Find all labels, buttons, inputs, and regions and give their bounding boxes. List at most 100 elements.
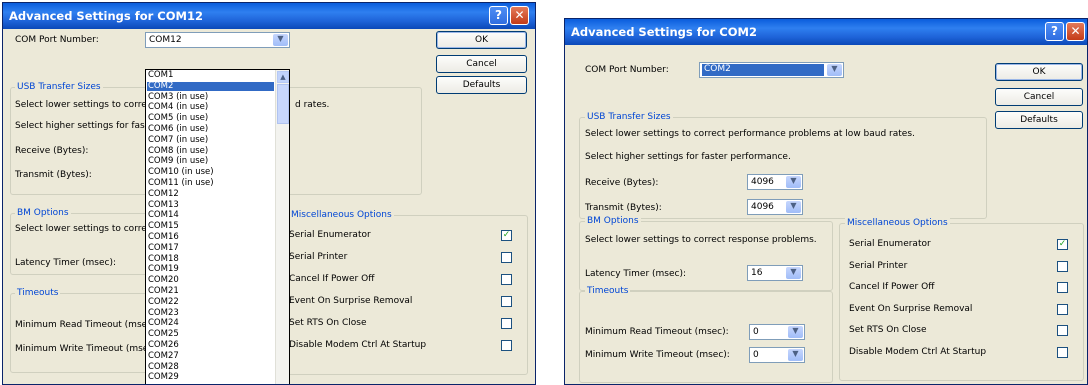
- misc-option-checkbox[interactable]: [1057, 303, 1068, 315]
- com-port-label: COM Port Number:: [15, 35, 99, 45]
- misc-option-checkbox[interactable]: [1057, 346, 1068, 358]
- dropdown-option[interactable]: COM18: [148, 254, 179, 264]
- com-port-dropdown-list[interactable]: COM1 COM2 COM3 (in use) COM4 (in use) COM5 (…: [145, 69, 290, 384]
- dropdown-option[interactable]: COM28: [148, 362, 179, 372]
- dropdown-option[interactable]: COM3 (in use): [148, 92, 208, 102]
- dropdown-option[interactable]: COM20: [148, 276, 179, 285]
- dropdown-option[interactable]: COM13: [148, 200, 179, 210]
- misc-option-label: Event On Surprise Removal: [289, 296, 413, 306]
- usb-transfer-legend: USB Transfer Sizes: [585, 112, 673, 122]
- misc-option-checkbox[interactable]: [501, 252, 512, 263]
- timeouts-legend: Timeouts: [15, 288, 61, 298]
- dropdown-option[interactable]: COM1: [148, 71, 173, 80]
- transmit-value: 4096: [751, 202, 774, 212]
- cancel-button[interactable]: Cancel: [436, 55, 527, 73]
- title-bar[interactable]: Advanced Settings for COM2 ? ✕: [565, 19, 1087, 45]
- bm-options-legend: BM Options: [585, 216, 641, 226]
- min-write-timeout-label: Minimum Write Timeout (msec):: [585, 350, 730, 360]
- min-write-timeout-value: 0: [753, 350, 759, 360]
- dropdown-option[interactable]: COM5 (in use): [148, 114, 208, 123]
- bm-select-lower-text: Select lower settings to corre: [15, 224, 147, 234]
- dropdown-option[interactable]: COM6 (in use): [148, 125, 208, 134]
- close-button[interactable]: ✕: [510, 6, 529, 25]
- defaults-button[interactable]: Defaults: [995, 111, 1083, 129]
- dialog-title: Advanced Settings for COM2: [571, 25, 757, 39]
- dropdown-option[interactable]: COM10 (in use): [148, 168, 214, 177]
- chevron-down-icon[interactable]: ▼: [273, 34, 288, 46]
- min-read-timeout-label: Minimum Read Timeout (msec):: [585, 327, 729, 337]
- com-port-label: COM Port Number:: [585, 65, 669, 75]
- dropdown-option[interactable]: COM19: [148, 265, 179, 274]
- misc-option-checkbox[interactable]: [501, 318, 512, 329]
- misc-option-label: Disable Modem Ctrl At Startup: [849, 346, 987, 357]
- misc-option-checkbox[interactable]: ✓: [1057, 239, 1068, 250]
- dropdown-option[interactable]: COM29: [148, 373, 179, 382]
- min-read-timeout-label: Minimum Read Timeout (mse: [15, 320, 148, 330]
- chevron-down-icon[interactable]: ▼: [786, 267, 801, 279]
- dropdown-option[interactable]: COM9 (in use): [148, 157, 208, 166]
- misc-option-label: Set RTS On Close: [289, 318, 367, 328]
- com-port-select[interactable]: COM12 ▼: [145, 32, 290, 48]
- receive-select[interactable]: 4096 ▼: [747, 174, 803, 190]
- dropdown-option[interactable]: COM24: [148, 319, 179, 328]
- receive-label: Receive (Bytes):: [585, 178, 659, 188]
- dropdown-option[interactable]: COM25: [148, 330, 179, 339]
- dropdown-option[interactable]: COM16: [148, 233, 179, 242]
- defaults-button[interactable]: Defaults: [436, 76, 527, 94]
- misc-option-label: Set RTS On Close: [849, 325, 927, 335]
- select-higher-text: Select higher settings for faster perfor…: [585, 152, 791, 162]
- ok-button[interactable]: OK: [995, 63, 1083, 81]
- dropdown-option[interactable]: COM12: [148, 189, 179, 199]
- dropdown-option[interactable]: COM26: [148, 341, 179, 350]
- transmit-label: Transmit (Bytes):: [585, 203, 662, 213]
- dropdown-option[interactable]: COM17: [148, 243, 179, 253]
- baud-rates-text: d rates.: [295, 100, 330, 110]
- dropdown-option[interactable]: COM23: [148, 308, 179, 318]
- dropdown-option[interactable]: COM2: [147, 81, 274, 91]
- min-write-timeout-label: Minimum Write Timeout (mse: [15, 344, 149, 354]
- misc-option-checkbox[interactable]: [1057, 325, 1068, 336]
- dropdown-option[interactable]: COM7 (in use): [148, 135, 208, 145]
- ok-button[interactable]: OK: [436, 31, 527, 49]
- misc-option-checkbox[interactable]: [501, 274, 512, 285]
- help-button[interactable]: ?: [489, 6, 508, 25]
- title-bar[interactable]: Advanced Settings for COM12 ? ✕: [3, 3, 535, 29]
- close-button[interactable]: ✕: [1066, 22, 1085, 41]
- dropdown-option[interactable]: COM15: [148, 222, 179, 231]
- dropdown-option[interactable]: COM14: [148, 211, 179, 220]
- com-port-value: COM12: [149, 35, 182, 45]
- chevron-down-icon[interactable]: ▼: [786, 201, 801, 213]
- misc-option-checkbox[interactable]: ✓: [501, 230, 512, 241]
- chevron-down-icon[interactable]: ▼: [788, 349, 803, 361]
- dropdown-option[interactable]: COM8 (in use): [148, 146, 208, 156]
- receive-label: Receive (Bytes):: [15, 146, 89, 156]
- scroll-up-icon[interactable]: ▲: [277, 71, 289, 83]
- misc-option-checkbox[interactable]: [1057, 282, 1068, 293]
- help-button[interactable]: ?: [1045, 22, 1064, 41]
- min-read-timeout-value: 0: [753, 327, 759, 337]
- min-read-timeout-select[interactable]: 0 ▼: [749, 324, 805, 340]
- cancel-button[interactable]: Cancel: [995, 88, 1083, 106]
- dropdown-option[interactable]: COM21: [148, 287, 179, 296]
- dropdown-option[interactable]: COM4 (in use): [148, 103, 208, 112]
- select-lower-text: Select lower settings to corre: [15, 100, 147, 110]
- chevron-down-icon[interactable]: ▼: [786, 176, 801, 188]
- misc-option-checkbox[interactable]: [1057, 260, 1068, 272]
- misc-option-checkbox[interactable]: [501, 296, 512, 307]
- dropdown-option[interactable]: COM22: [148, 297, 179, 307]
- scroll-thumb[interactable]: [277, 84, 289, 124]
- transmit-select[interactable]: 4096 ▼: [747, 199, 803, 215]
- com-port-select[interactable]: COM2 ▼: [699, 62, 844, 78]
- chevron-down-icon[interactable]: ▼: [827, 64, 842, 76]
- dropdown-scrollbar[interactable]: ▲: [275, 70, 289, 384]
- misc-option-checkbox[interactable]: [501, 340, 512, 351]
- latency-label: Latency Timer (msec):: [15, 258, 117, 268]
- latency-select[interactable]: 16 ▼: [747, 265, 803, 281]
- dropdown-option[interactable]: COM11 (in use): [148, 179, 214, 188]
- misc-option-label: Serial Printer: [289, 252, 348, 262]
- chevron-down-icon[interactable]: ▼: [788, 326, 803, 338]
- min-write-timeout-select[interactable]: 0 ▼: [749, 347, 805, 363]
- latency-label: Latency Timer (msec):: [585, 269, 687, 279]
- advanced-settings-dialog-com12: Advanced Settings for COM12 ? ✕ COM Port…: [2, 2, 536, 385]
- dropdown-option[interactable]: COM27: [148, 351, 179, 361]
